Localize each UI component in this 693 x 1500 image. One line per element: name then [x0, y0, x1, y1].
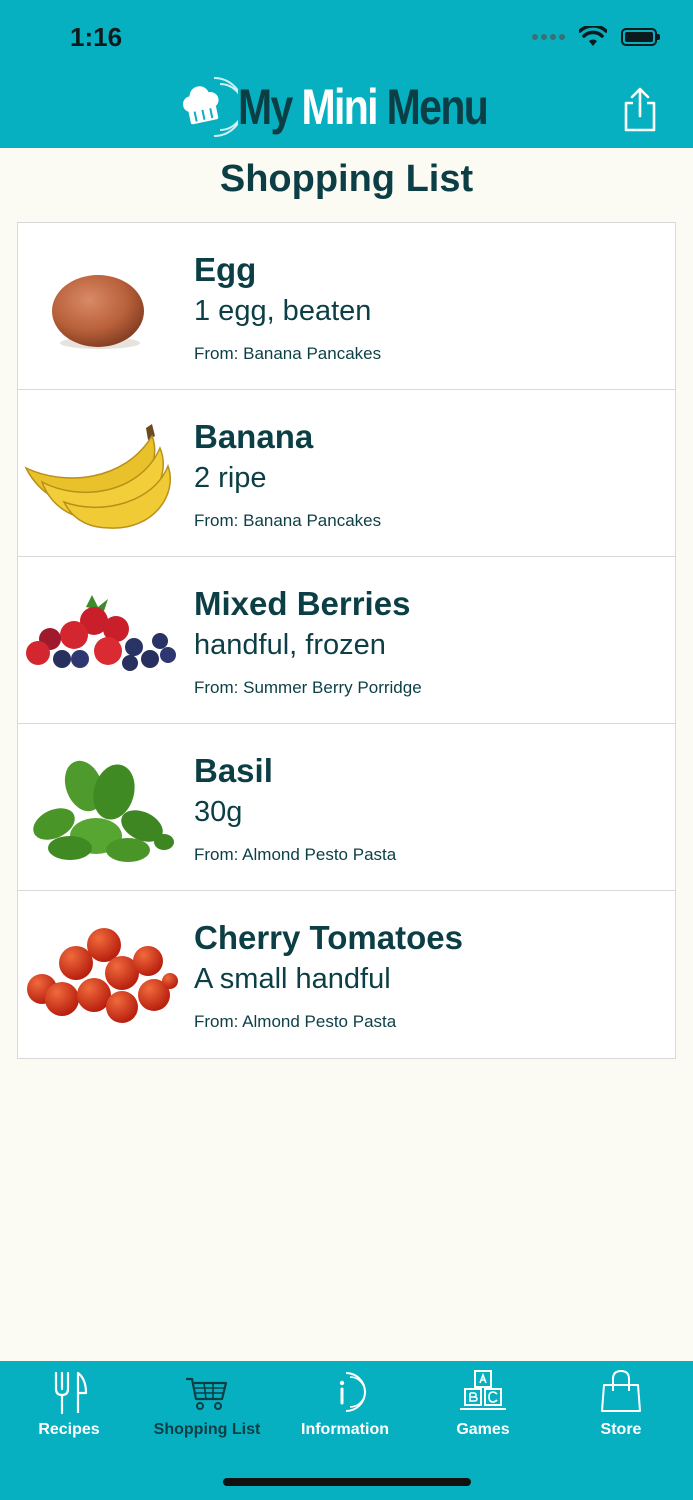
basil-image	[33, 760, 174, 862]
item-name: Egg	[194, 251, 257, 288]
item-source-recipe: From: Almond Pesto Pasta	[194, 1012, 397, 1031]
item-quantity: 1 egg, beaten	[194, 295, 372, 327]
list-item-cherry-tomatoes[interactable]: Cherry Tomatoes A small handful From: Al…	[18, 891, 675, 1058]
item-source-recipe: From: Banana Pancakes	[194, 344, 382, 363]
tab-information[interactable]: Information	[276, 1361, 414, 1453]
info-icon	[339, 1372, 366, 1412]
list-item-banana[interactable]: Banana 2 ripe From: Banana Pancakes	[18, 390, 675, 557]
tab-label: Shopping List	[153, 1421, 261, 1438]
tab-label: Information	[301, 1421, 389, 1438]
item-quantity: 2 ripe	[194, 462, 267, 494]
fork-knife-icon	[54, 1371, 88, 1415]
item-source-recipe: From: Banana Pancakes	[194, 511, 382, 530]
battery-icon	[621, 28, 660, 46]
item-name: Basil	[194, 752, 273, 789]
tab-label: Games	[456, 1421, 510, 1438]
shopping-list: Egg 1 egg, beaten From: Banana Pancakes …	[17, 222, 676, 1059]
list-item-mixed-berries[interactable]: Mixed Berries handful, frozen From: Summ…	[18, 557, 675, 724]
tab-games[interactable]: Games	[414, 1361, 552, 1453]
shopping-cart-icon	[186, 1377, 228, 1410]
tab-shopping-list[interactable]: Shopping List	[138, 1361, 276, 1453]
abc-blocks-icon	[460, 1370, 506, 1410]
item-name: Banana	[194, 418, 314, 455]
item-name: Mixed Berries	[194, 585, 411, 622]
item-source-recipe: From: Almond Pesto Pasta	[194, 845, 397, 864]
banana-image	[24, 424, 171, 529]
logo-my: My	[238, 79, 293, 135]
page-title: Shopping List	[219, 158, 474, 200]
status-icons	[532, 26, 660, 48]
app-header: 1:16 My Mini Menu	[0, 0, 693, 148]
cherry-tomatoes-image	[27, 928, 178, 1023]
wifi-icon	[579, 26, 607, 46]
logo-wordmark: My Mini Menu	[238, 78, 489, 136]
mixed-berries-image	[26, 595, 176, 671]
logo-mini: Mini	[301, 79, 378, 135]
app-logo: My Mini Menu	[180, 72, 542, 142]
logo-menu: Menu	[386, 79, 489, 135]
item-quantity: 30g	[194, 796, 243, 828]
chef-hat-logo-icon	[182, 77, 238, 137]
share-icon[interactable]	[620, 86, 660, 134]
tab-store[interactable]: Store	[552, 1361, 690, 1453]
cellular-signal-icon	[532, 34, 565, 40]
status-time: 1:16	[70, 22, 123, 52]
tab-label: Recipes	[38, 1421, 100, 1438]
egg-image	[52, 275, 144, 349]
list-item-basil[interactable]: Basil 30g From: Almond Pesto Pasta	[18, 724, 675, 891]
home-indicator[interactable]	[223, 1478, 471, 1486]
list-item-egg[interactable]: Egg 1 egg, beaten From: Banana Pancakes	[18, 223, 675, 390]
tab-recipes[interactable]: Recipes	[0, 1361, 138, 1453]
item-quantity: handful, frozen	[194, 629, 386, 661]
item-quantity: A small handful	[194, 963, 391, 995]
tab-bar: Recipes Shopping List Information Games …	[0, 1361, 693, 1500]
shopping-bag-icon	[601, 1369, 641, 1412]
item-name: Cherry Tomatoes	[194, 919, 463, 956]
item-source-recipe: From: Summer Berry Porridge	[194, 678, 422, 697]
tab-label: Store	[600, 1421, 642, 1438]
